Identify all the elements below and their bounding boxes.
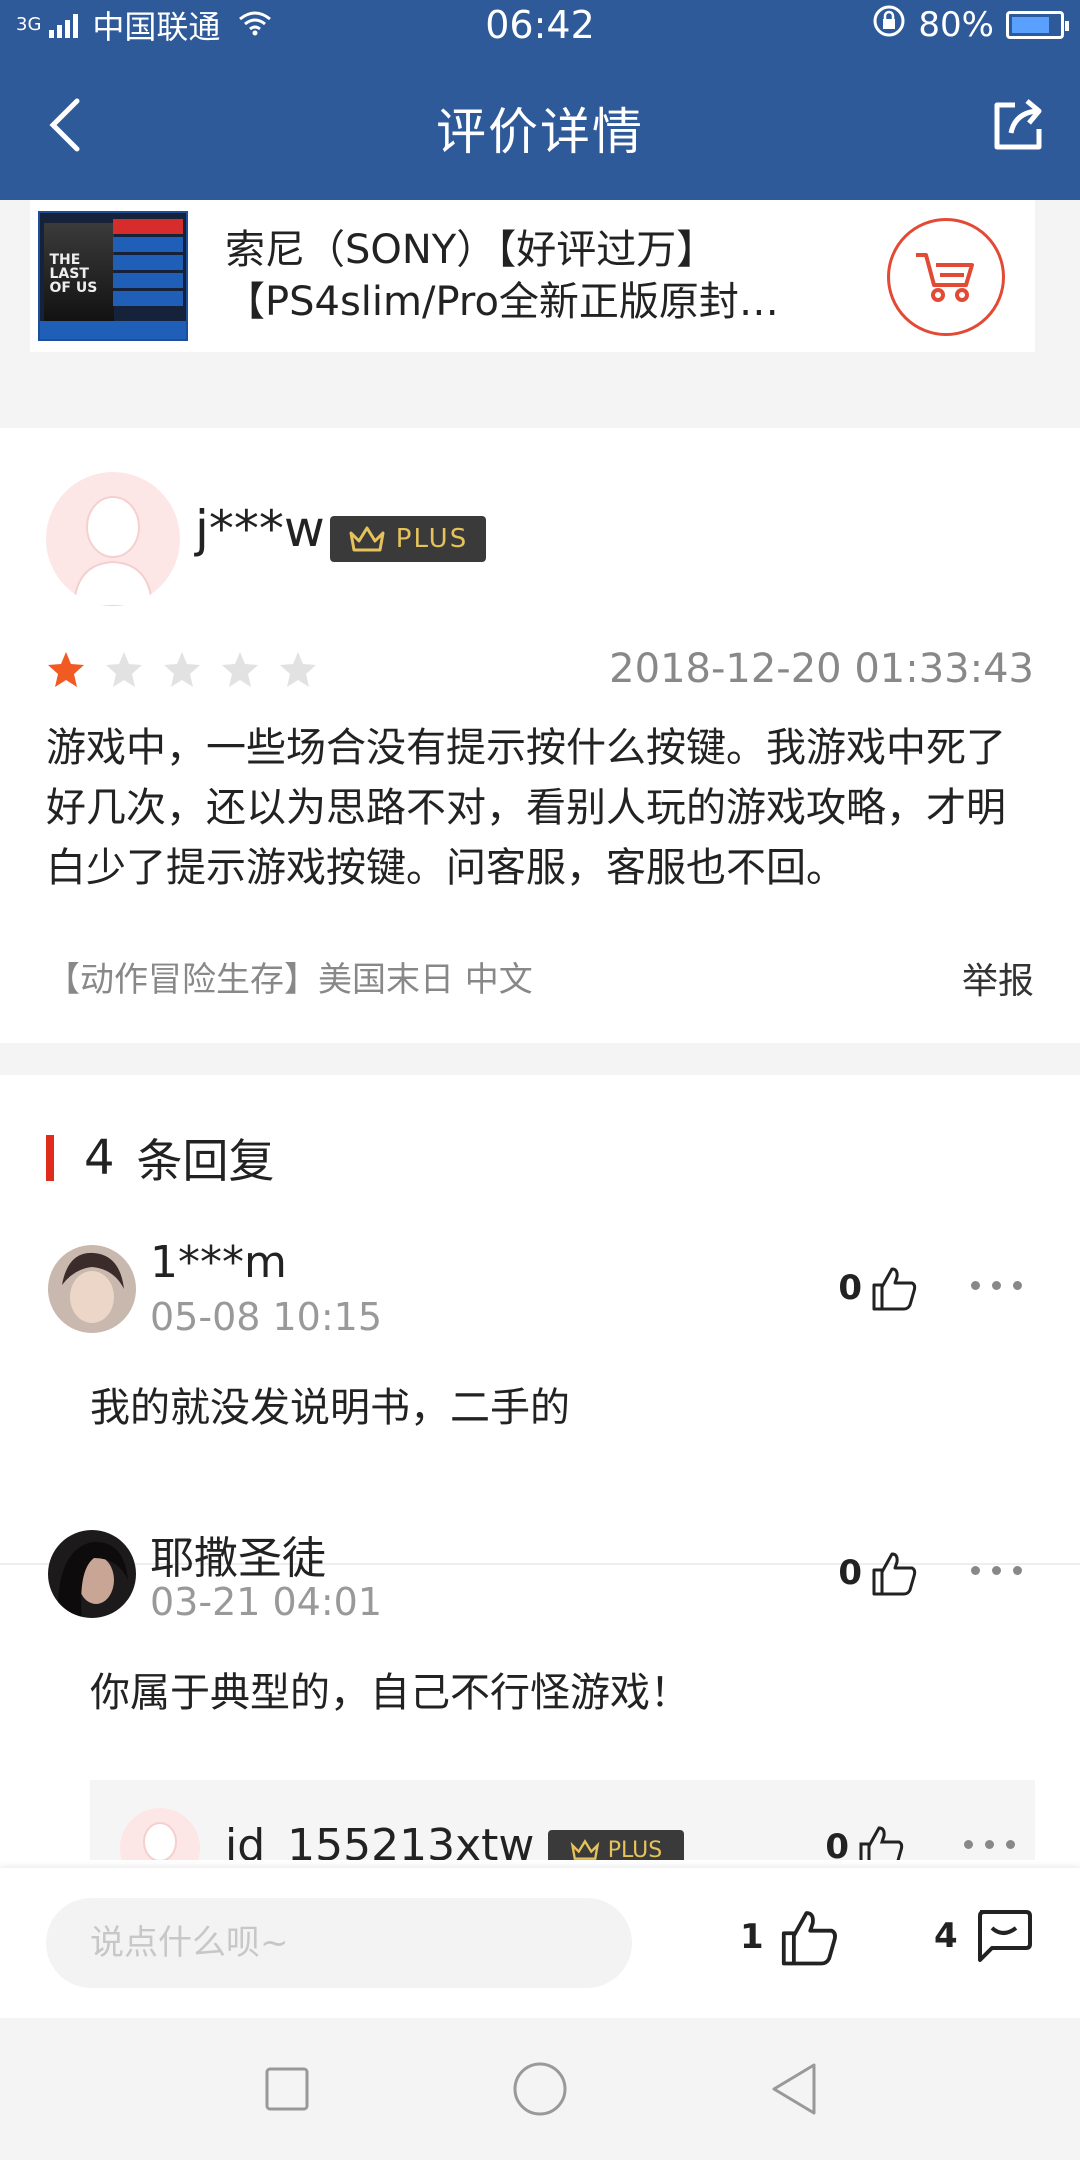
crown-icon (570, 1839, 600, 1860)
product-title: 索尼（SONY）【好评过万】 【PS4slim/Pro全新正版原封… (225, 224, 845, 328)
rating-stars (46, 650, 318, 690)
add-to-cart-button[interactable] (887, 218, 1005, 336)
product-title-line2: 【PS4slim/Pro全新正版原封… (225, 279, 779, 325)
battery-icon (1006, 11, 1069, 39)
replies-section: 4 条回复 1***m 05-08 10:15 0 我的就没发说明书，二手的 耶… (0, 1075, 1080, 1875)
like-button[interactable]: 0 (825, 1824, 905, 1860)
like-button[interactable]: 0 (838, 1550, 918, 1596)
avatar[interactable] (48, 1245, 136, 1333)
plus-badge-label: PLUS (395, 524, 469, 554)
comment-icon (977, 1910, 1032, 1962)
review-like-button[interactable]: 1 (740, 1908, 840, 1966)
system-nav-bar (0, 2018, 1080, 2160)
battery-percent: 80% (918, 5, 994, 45)
like-button[interactable]: 0 (838, 1265, 918, 1311)
reply-author: 1***m (150, 1237, 287, 1288)
report-button[interactable]: 举报 (962, 952, 1034, 1004)
replies-header: 4 条回复 (46, 1130, 275, 1188)
more-options-button[interactable] (964, 1840, 1015, 1849)
circle-icon (513, 2062, 567, 2116)
reply-author: 耶撒圣徒 (150, 1533, 326, 1584)
plus-badge: PLUS (330, 516, 486, 562)
star-empty-icon (164, 652, 200, 687)
nested-reply-author: id_155213xtw (225, 1820, 535, 1860)
product-card[interactable]: THE LAST OF US 索尼（SONY）【好评过万】 【PS4slim/P… (30, 200, 1035, 352)
page-title: 评价详情 (436, 103, 644, 161)
more-options-button[interactable] (971, 1566, 1022, 1575)
rotation-lock-icon (872, 4, 906, 47)
plus-badge: PLUS (548, 1830, 684, 1860)
more-options-button[interactable] (971, 1281, 1022, 1290)
product-image: THE LAST OF US (30, 200, 195, 352)
reply-item: 耶撒圣徒 03-21 04:01 0 你属于典型的，自己不行怪游戏！ id_15… (0, 1530, 1080, 1860)
avatar[interactable] (120, 1808, 200, 1860)
reply-count: 4 (84, 1130, 115, 1186)
triangle-back-icon (772, 2063, 816, 2115)
network-type: 3G (16, 14, 42, 35)
default-avatar-icon (72, 496, 154, 606)
default-avatar-icon (143, 1822, 177, 1860)
home-button[interactable] (500, 2049, 580, 2129)
avatar[interactable] (48, 1530, 136, 1618)
cart-icon (916, 253, 974, 302)
thumbs-up-icon (859, 1826, 904, 1860)
review-like-count: 1 (740, 1917, 764, 1957)
thumbs-up-icon (872, 1267, 917, 1311)
wifi-icon (238, 5, 272, 45)
share-button[interactable] (984, 90, 1054, 160)
thumbs-up-icon (872, 1552, 917, 1596)
like-count: 0 (825, 1827, 849, 1860)
square-icon (265, 2067, 309, 2111)
comment-input[interactable] (46, 1898, 632, 1988)
nested-reply: id_155213xtw PLUS 0 (90, 1780, 1035, 1860)
comments-button[interactable]: 4 (934, 1908, 1034, 1964)
reply-text: 你属于典型的，自己不行怪游戏！ (90, 1670, 690, 1716)
back-nav-button[interactable] (753, 2049, 833, 2129)
crown-icon (349, 526, 385, 552)
signal-icon (49, 12, 79, 38)
star-filled-icon (48, 652, 84, 687)
star-empty-icon (222, 652, 258, 687)
like-count: 0 (838, 1268, 862, 1308)
compose-bar: 1 4 (0, 1868, 1080, 2018)
status-bar: 3G 中国联通 06:42 80% (0, 0, 1080, 50)
review-date: 2018-12-20 01:33:43 (609, 646, 1034, 692)
like-count: 0 (838, 1553, 862, 1593)
reply-time: 05-08 10:15 (150, 1295, 383, 1339)
star-empty-icon (106, 652, 142, 687)
review-content: 游戏中，一些场合没有提示按什么按键。我游戏中死了好几次，还以为思路不对，看别人玩… (46, 725, 1006, 891)
reviewer-name: j***w (195, 500, 325, 558)
avatar[interactable] (46, 472, 180, 606)
product-title-line1: 索尼（SONY）【好评过万】 (225, 227, 717, 273)
reply-count-label: 条回复 (136, 1134, 275, 1188)
product-section: THE LAST OF US 索尼（SONY）【好评过万】 【PS4slim/P… (0, 200, 1080, 400)
section-marker (46, 1135, 54, 1181)
recent-apps-button[interactable] (247, 2049, 327, 2129)
share-icon (994, 99, 1042, 150)
status-right: 80% (872, 4, 1069, 47)
thumbs-up-icon (781, 1911, 837, 1966)
reply-item: 1***m 05-08 10:15 0 我的就没发说明书，二手的 (0, 1237, 1080, 1565)
nav-bar: 评价详情 (0, 50, 1080, 200)
star-empty-icon (280, 652, 316, 687)
comment-count: 4 (934, 1916, 958, 1956)
status-left: 3G 中国联通 (16, 2, 272, 48)
reply-text: 我的就没发说明书，二手的 (90, 1385, 570, 1431)
plus-badge-label: PLUS (607, 1837, 663, 1861)
product-variant-tag: 【动作冒险生存】美国末日 中文 (46, 960, 533, 1000)
carrier-name: 中国联通 (92, 8, 221, 46)
reply-time: 03-21 04:01 (150, 1580, 383, 1624)
review-card: j***w PLUS 2018-12-20 01:33:43 游戏中，一些场合没… (0, 428, 1080, 1043)
